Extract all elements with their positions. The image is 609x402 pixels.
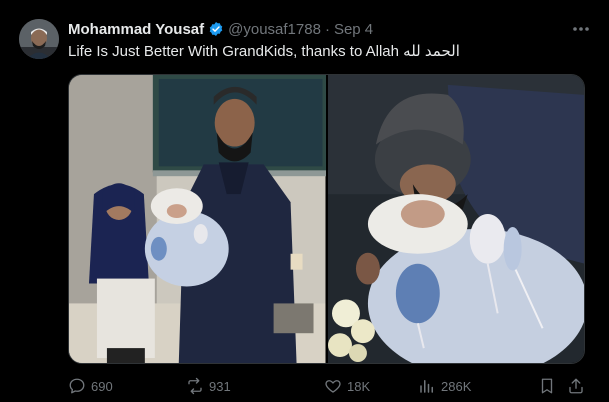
repost-count: 931 bbox=[209, 378, 231, 394]
action-bar: 690 931 18K 286K bbox=[62, 374, 592, 398]
reply-button[interactable]: 690 bbox=[68, 374, 113, 398]
share-icon bbox=[569, 378, 583, 394]
repost-icon bbox=[188, 377, 202, 395]
author-name[interactable]: Mohammad Yousaf bbox=[68, 21, 204, 38]
reply-count: 690 bbox=[91, 378, 113, 394]
tweet[interactable]: Mohammad Yousaf @yousaf1788 · Sep 4 Life… bbox=[0, 0, 609, 402]
tweet-date[interactable]: Sep 4 bbox=[334, 21, 373, 38]
share-button[interactable] bbox=[567, 374, 585, 398]
avatar-image bbox=[19, 19, 59, 59]
bookmark-button[interactable] bbox=[538, 374, 556, 398]
bookmark-icon bbox=[541, 378, 553, 394]
separator-dot: · bbox=[324, 20, 330, 38]
tweet-photo-left[interactable] bbox=[69, 75, 326, 363]
tweet-text: Life Is Just Better With GrandKids, than… bbox=[68, 43, 460, 60]
views-chart-icon bbox=[420, 380, 433, 393]
views-count: 286K bbox=[441, 378, 472, 394]
tweet-header: Mohammad Yousaf @yousaf1788 · Sep 4 bbox=[68, 19, 559, 39]
views-button[interactable]: 286K bbox=[418, 374, 471, 398]
tweet-photo-right[interactable] bbox=[327, 75, 584, 363]
media-grid bbox=[68, 74, 585, 364]
verified-badge-icon bbox=[208, 21, 224, 37]
author-handle[interactable]: @yousaf1788 bbox=[228, 21, 321, 38]
like-count: 18K bbox=[347, 378, 371, 394]
reply-icon bbox=[69, 378, 85, 394]
heart-icon bbox=[325, 380, 341, 393]
like-button[interactable]: 18K bbox=[324, 374, 370, 398]
more-dots-icon[interactable] bbox=[571, 22, 591, 36]
repost-button[interactable]: 931 bbox=[186, 374, 231, 398]
avatar[interactable] bbox=[19, 19, 59, 59]
